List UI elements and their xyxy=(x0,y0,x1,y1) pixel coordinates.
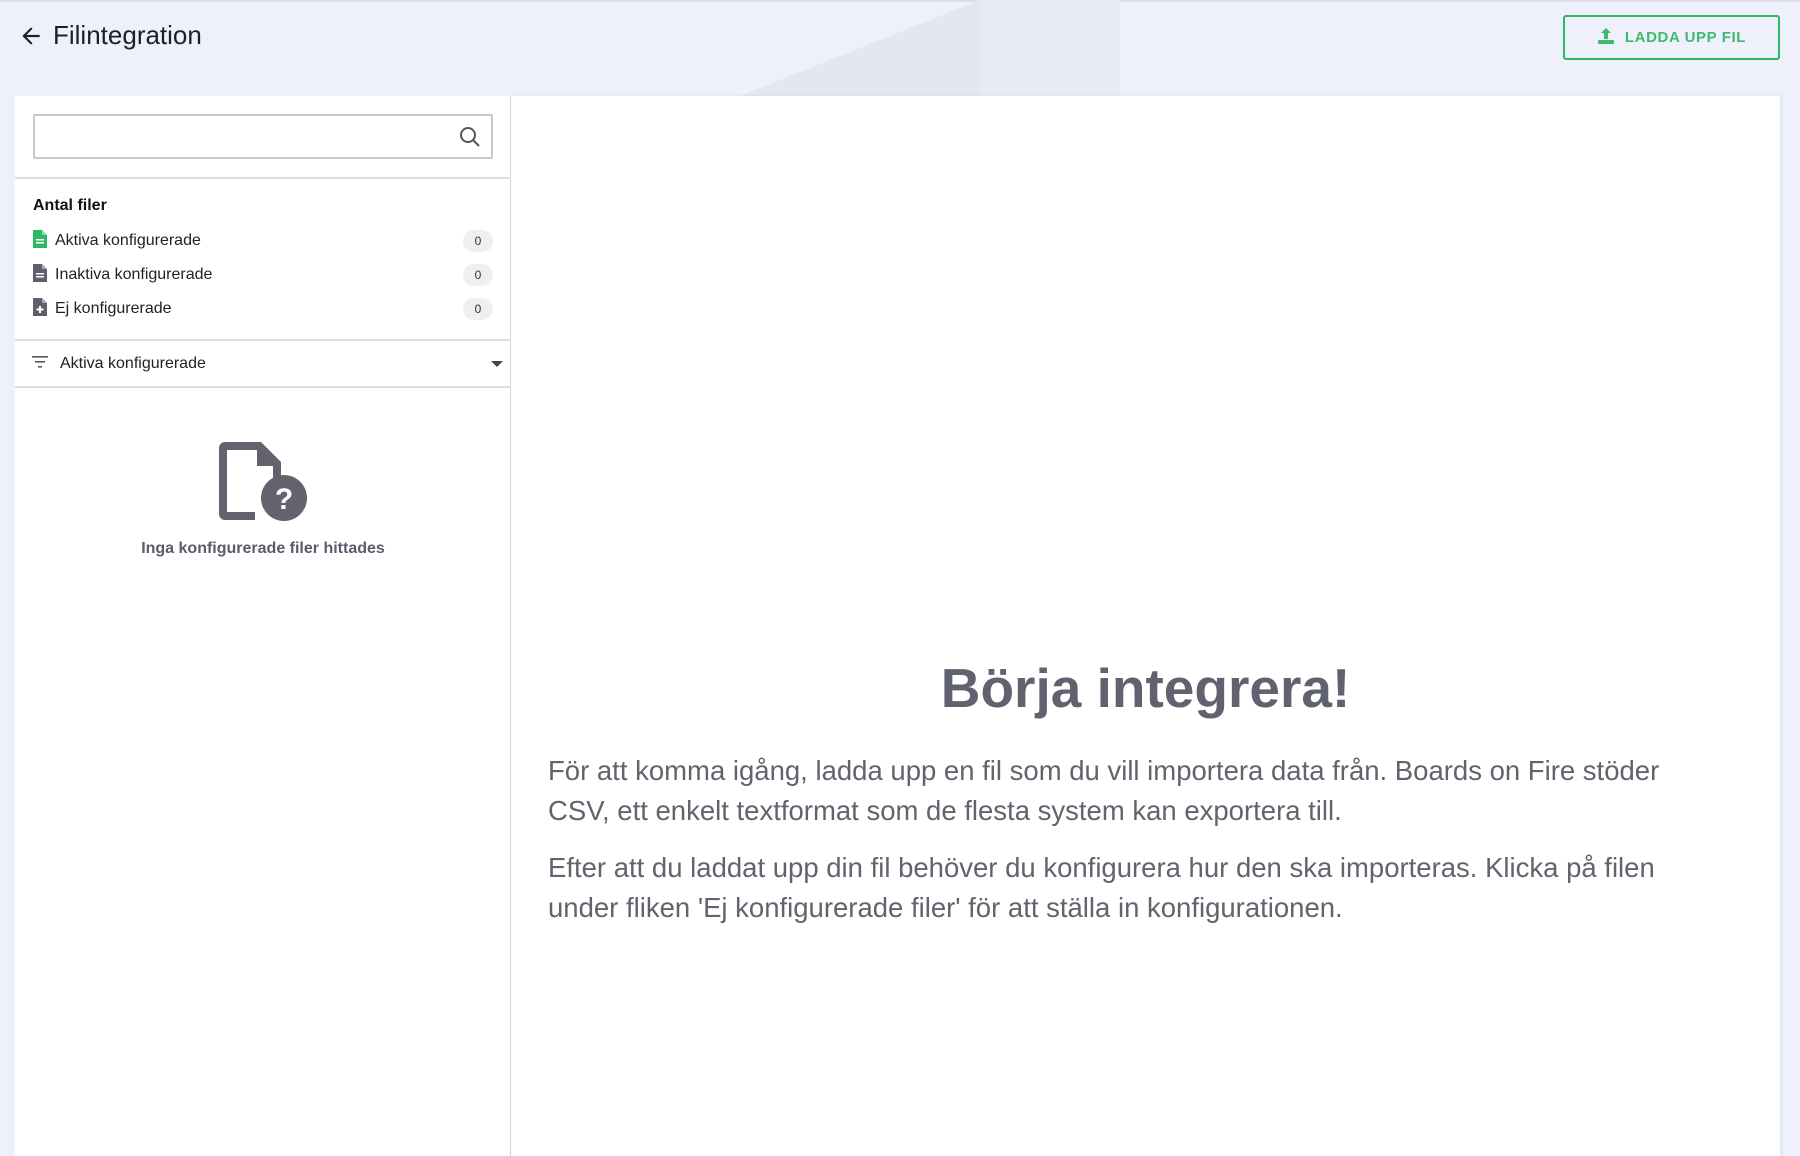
count-item-ej[interactable]: Ej konfigurerade 0 xyxy=(33,296,493,322)
count-badge: 0 xyxy=(463,298,493,320)
count-badge: 0 xyxy=(463,264,493,286)
sidebar: Antal filer Aktiva konfigurerade 0 Inakt… xyxy=(15,96,511,1156)
count-item-aktiva[interactable]: Aktiva konfigurerade 0 xyxy=(33,228,493,254)
search-icon[interactable] xyxy=(459,126,481,153)
upload-file-button[interactable]: LADDA UPP FIL xyxy=(1563,15,1780,60)
search-box[interactable] xyxy=(33,114,493,159)
top-border xyxy=(0,0,1800,2)
intro-paragraph: För att komma igång, ladda upp en fil so… xyxy=(548,755,1660,826)
back-arrow-icon[interactable] xyxy=(18,22,44,50)
divider xyxy=(15,339,511,341)
item-label: Aktiva konfigurerade xyxy=(55,232,201,249)
file-green-icon xyxy=(33,229,47,253)
filter-dropdown[interactable]: Aktiva konfigurerade xyxy=(15,342,511,386)
empty-state-text: Inga konfigurerade filer hittades xyxy=(141,540,385,557)
chevron-down-icon xyxy=(491,361,503,367)
file-question-icon: ? xyxy=(217,440,312,527)
page-title: Filintegration xyxy=(53,20,202,50)
section-title: Antal filer xyxy=(33,197,107,214)
item-label: Inaktiva konfigurerade xyxy=(55,266,213,283)
count-badge: 0 xyxy=(463,230,493,252)
main-panel: Börja integrera! För att komma igång, la… xyxy=(511,96,1780,1156)
search-input[interactable] xyxy=(45,116,445,156)
upload-icon xyxy=(1597,27,1615,49)
filter-icon xyxy=(32,355,48,374)
item-label: Ej konfigurerade xyxy=(55,300,172,317)
file-gray-icon xyxy=(33,263,47,287)
file-plus-icon xyxy=(33,297,47,321)
filter-selected: Aktiva konfigurerade xyxy=(60,355,206,372)
instructions-paragraph: Efter att du laddat upp din fil behöver … xyxy=(548,852,1655,923)
background-shape xyxy=(740,0,980,96)
divider xyxy=(15,386,511,388)
main-heading: Börja integrera! xyxy=(940,657,1351,719)
upload-label: LADDA UPP FIL xyxy=(1624,29,1747,46)
divider xyxy=(15,177,511,179)
svg-text:?: ? xyxy=(275,483,293,516)
background-shape xyxy=(980,0,1120,96)
count-item-inaktiva[interactable]: Inaktiva konfigurerade 0 xyxy=(33,262,493,288)
